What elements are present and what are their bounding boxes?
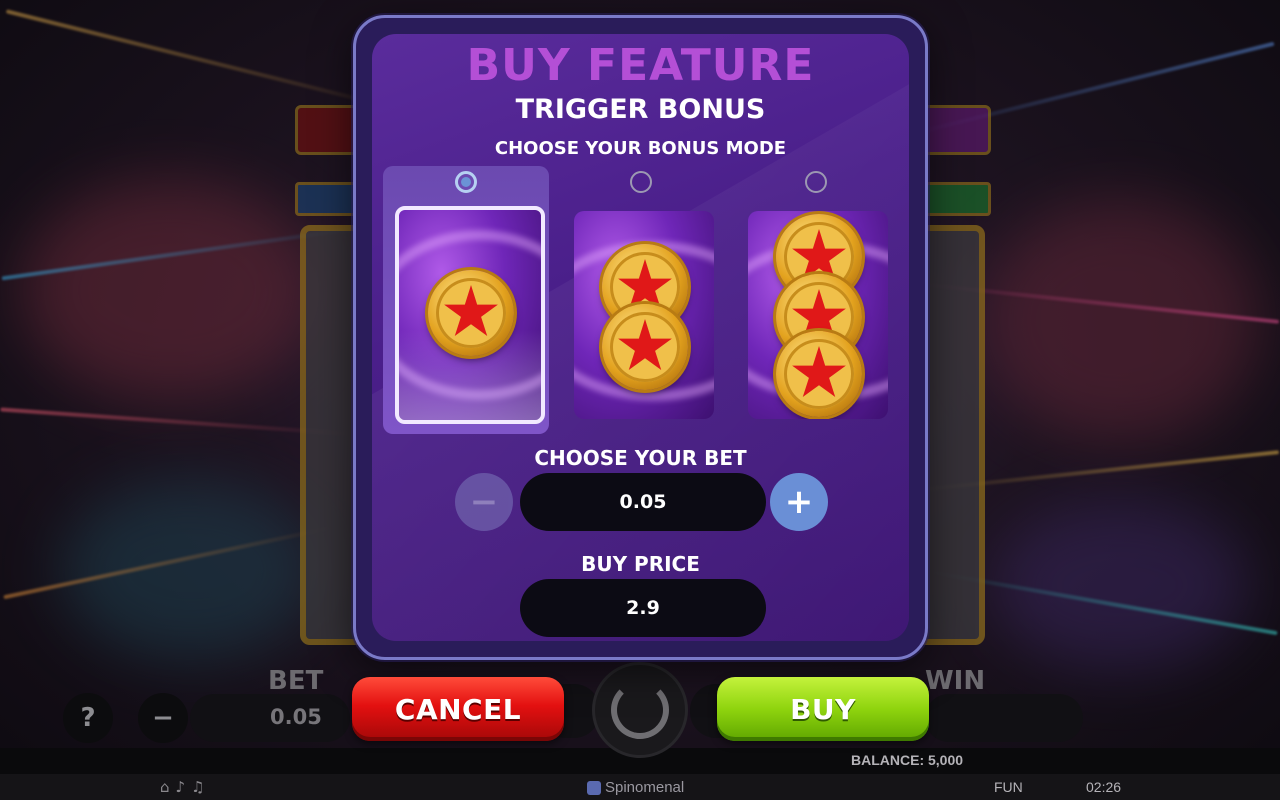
mode-2-radio[interactable] [630,171,652,193]
minus-icon: − [152,703,174,733]
mode-indicator: FUN [994,779,1023,795]
bet-value-display: 0.05 [520,473,766,531]
scatter-coin-icon [602,304,688,390]
bonus-mode-option-3[interactable] [745,166,888,434]
mode-1-radio[interactable] [455,171,477,193]
dialog-title: BUY FEATURE [466,40,815,91]
clock: 02:26 [1086,779,1122,795]
bet-section-label: CHOOSE YOUR BET [534,446,747,470]
footer-icons: ⌂ ♪ ♫ [160,778,205,796]
cancel-button[interactable]: CANCEL [352,677,564,741]
music-icon[interactable]: ♫ [191,778,204,796]
bet-value: 0.05 [619,491,667,513]
minus-icon: − [469,482,499,522]
mode-3-card[interactable] [748,211,888,419]
bet-increase-button[interactable]: + [770,473,828,531]
sound-icon[interactable]: ♪ [176,778,186,796]
mode-1-card[interactable] [395,206,545,424]
win-label: WIN [925,666,986,696]
star-icon [444,285,498,336]
buy-price-label: BUY PRICE [581,552,700,576]
scatter-coin-icon [776,331,862,417]
home-icon[interactable]: ⌂ [160,778,170,796]
brand-name: Spinomenal [605,779,685,796]
plus-icon: + [784,482,814,522]
brand-icon [587,780,601,795]
scatter-coin-icon [428,270,514,356]
dialog-subtitle: TRIGGER BONUS [515,94,766,125]
mode-3-radio[interactable] [805,171,827,193]
cancel-label: CANCEL [394,692,522,726]
mode-2-card[interactable] [574,211,714,419]
buy-feature-dialog: BUY FEATURE TRIGGER BONUS CHOOSE YOUR BO… [353,15,928,660]
brand-logo: Spinomenal [587,779,684,796]
spin-icon [611,681,669,739]
bonus-mode-label: CHOOSE YOUR BONUS MODE [494,138,787,159]
bet-decrease-button[interactable]: − [138,693,188,743]
buy-button[interactable]: BUY [717,677,929,741]
balance-display: BALANCE: 5,000 [851,752,964,768]
buy-label: BUY [790,692,856,726]
star-icon [792,346,846,397]
bet-label: BET [268,666,324,696]
bonus-mode-option-2[interactable] [571,166,714,434]
bet-decrease-button[interactable]: − [455,473,513,531]
help-button[interactable]: ? [63,693,113,743]
spin-button[interactable] [592,662,688,758]
bet-value: 0.05 [270,705,322,729]
win-panel [925,694,1083,742]
buy-price-value: 2.9 [626,597,660,619]
star-icon [618,319,672,370]
help-icon: ? [80,703,96,733]
bonus-mode-option-1[interactable] [383,166,549,434]
buy-price-display: 2.9 [520,579,766,637]
